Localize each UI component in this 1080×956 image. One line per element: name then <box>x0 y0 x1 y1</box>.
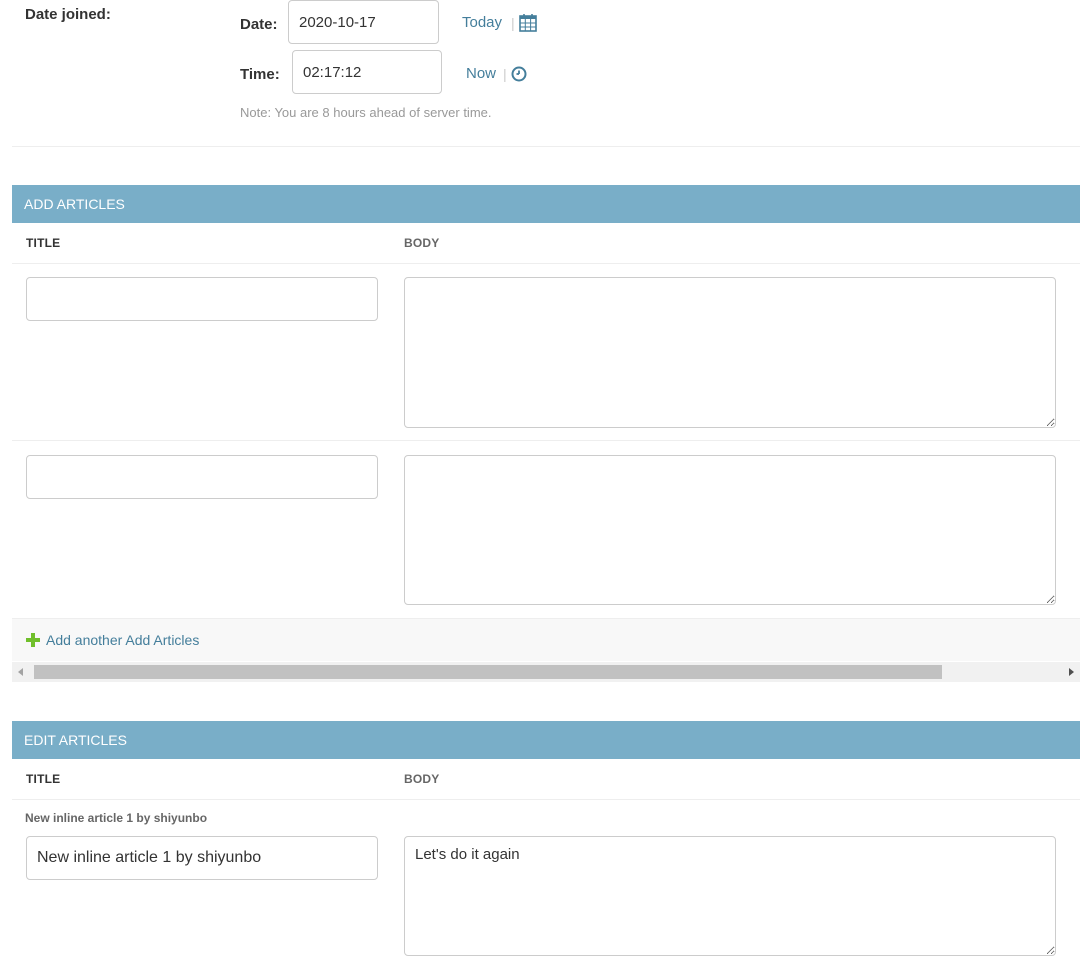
today-separator: | <box>511 15 515 31</box>
date-label: Date: <box>240 16 278 33</box>
scroll-right-icon[interactable] <box>1069 668 1074 676</box>
add-article-body-textarea[interactable] <box>404 455 1056 605</box>
add-article-title-input[interactable] <box>26 455 378 499</box>
add-article-title-input[interactable] <box>26 277 378 321</box>
inline-original-label: New inline article 1 by shiyunbo <box>25 811 208 825</box>
plus-icon[interactable] <box>26 633 40 652</box>
time-label: Time: <box>240 66 280 83</box>
now-separator: | <box>503 66 507 82</box>
time-input[interactable] <box>292 50 442 94</box>
body-column-header: BODY <box>404 772 440 786</box>
date-joined-label: Date joined: <box>25 6 111 23</box>
today-link[interactable]: Today <box>462 14 502 31</box>
edit-article-title-input[interactable] <box>26 836 378 880</box>
edit-articles-column-headers: TITLE BODY <box>12 759 1080 800</box>
horizontal-scrollbar[interactable] <box>12 662 1080 682</box>
now-link[interactable]: Now <box>466 65 496 82</box>
timezone-note: Note: You are 8 hours ahead of server ti… <box>240 105 492 120</box>
add-another-link[interactable]: Add another Add Articles <box>46 632 199 648</box>
divider <box>12 146 1080 147</box>
date-input[interactable] <box>288 0 439 44</box>
add-articles-column-headers: TITLE BODY <box>12 223 1080 264</box>
scroll-left-icon[interactable] <box>18 668 23 676</box>
clock-icon[interactable] <box>511 66 527 87</box>
title-column-header: TITLE <box>26 772 61 786</box>
edit-article-body-textarea[interactable]: Let's do it again <box>404 836 1056 956</box>
body-column-header: BODY <box>404 236 440 250</box>
add-article-body-textarea[interactable] <box>404 277 1056 428</box>
title-column-header: TITLE <box>26 236 61 250</box>
edit-articles-header: EDIT ARTICLES <box>12 721 1080 759</box>
calendar-icon[interactable] <box>518 13 538 38</box>
scroll-thumb[interactable] <box>34 665 942 679</box>
add-articles-header: ADD ARTICLES <box>12 185 1080 223</box>
